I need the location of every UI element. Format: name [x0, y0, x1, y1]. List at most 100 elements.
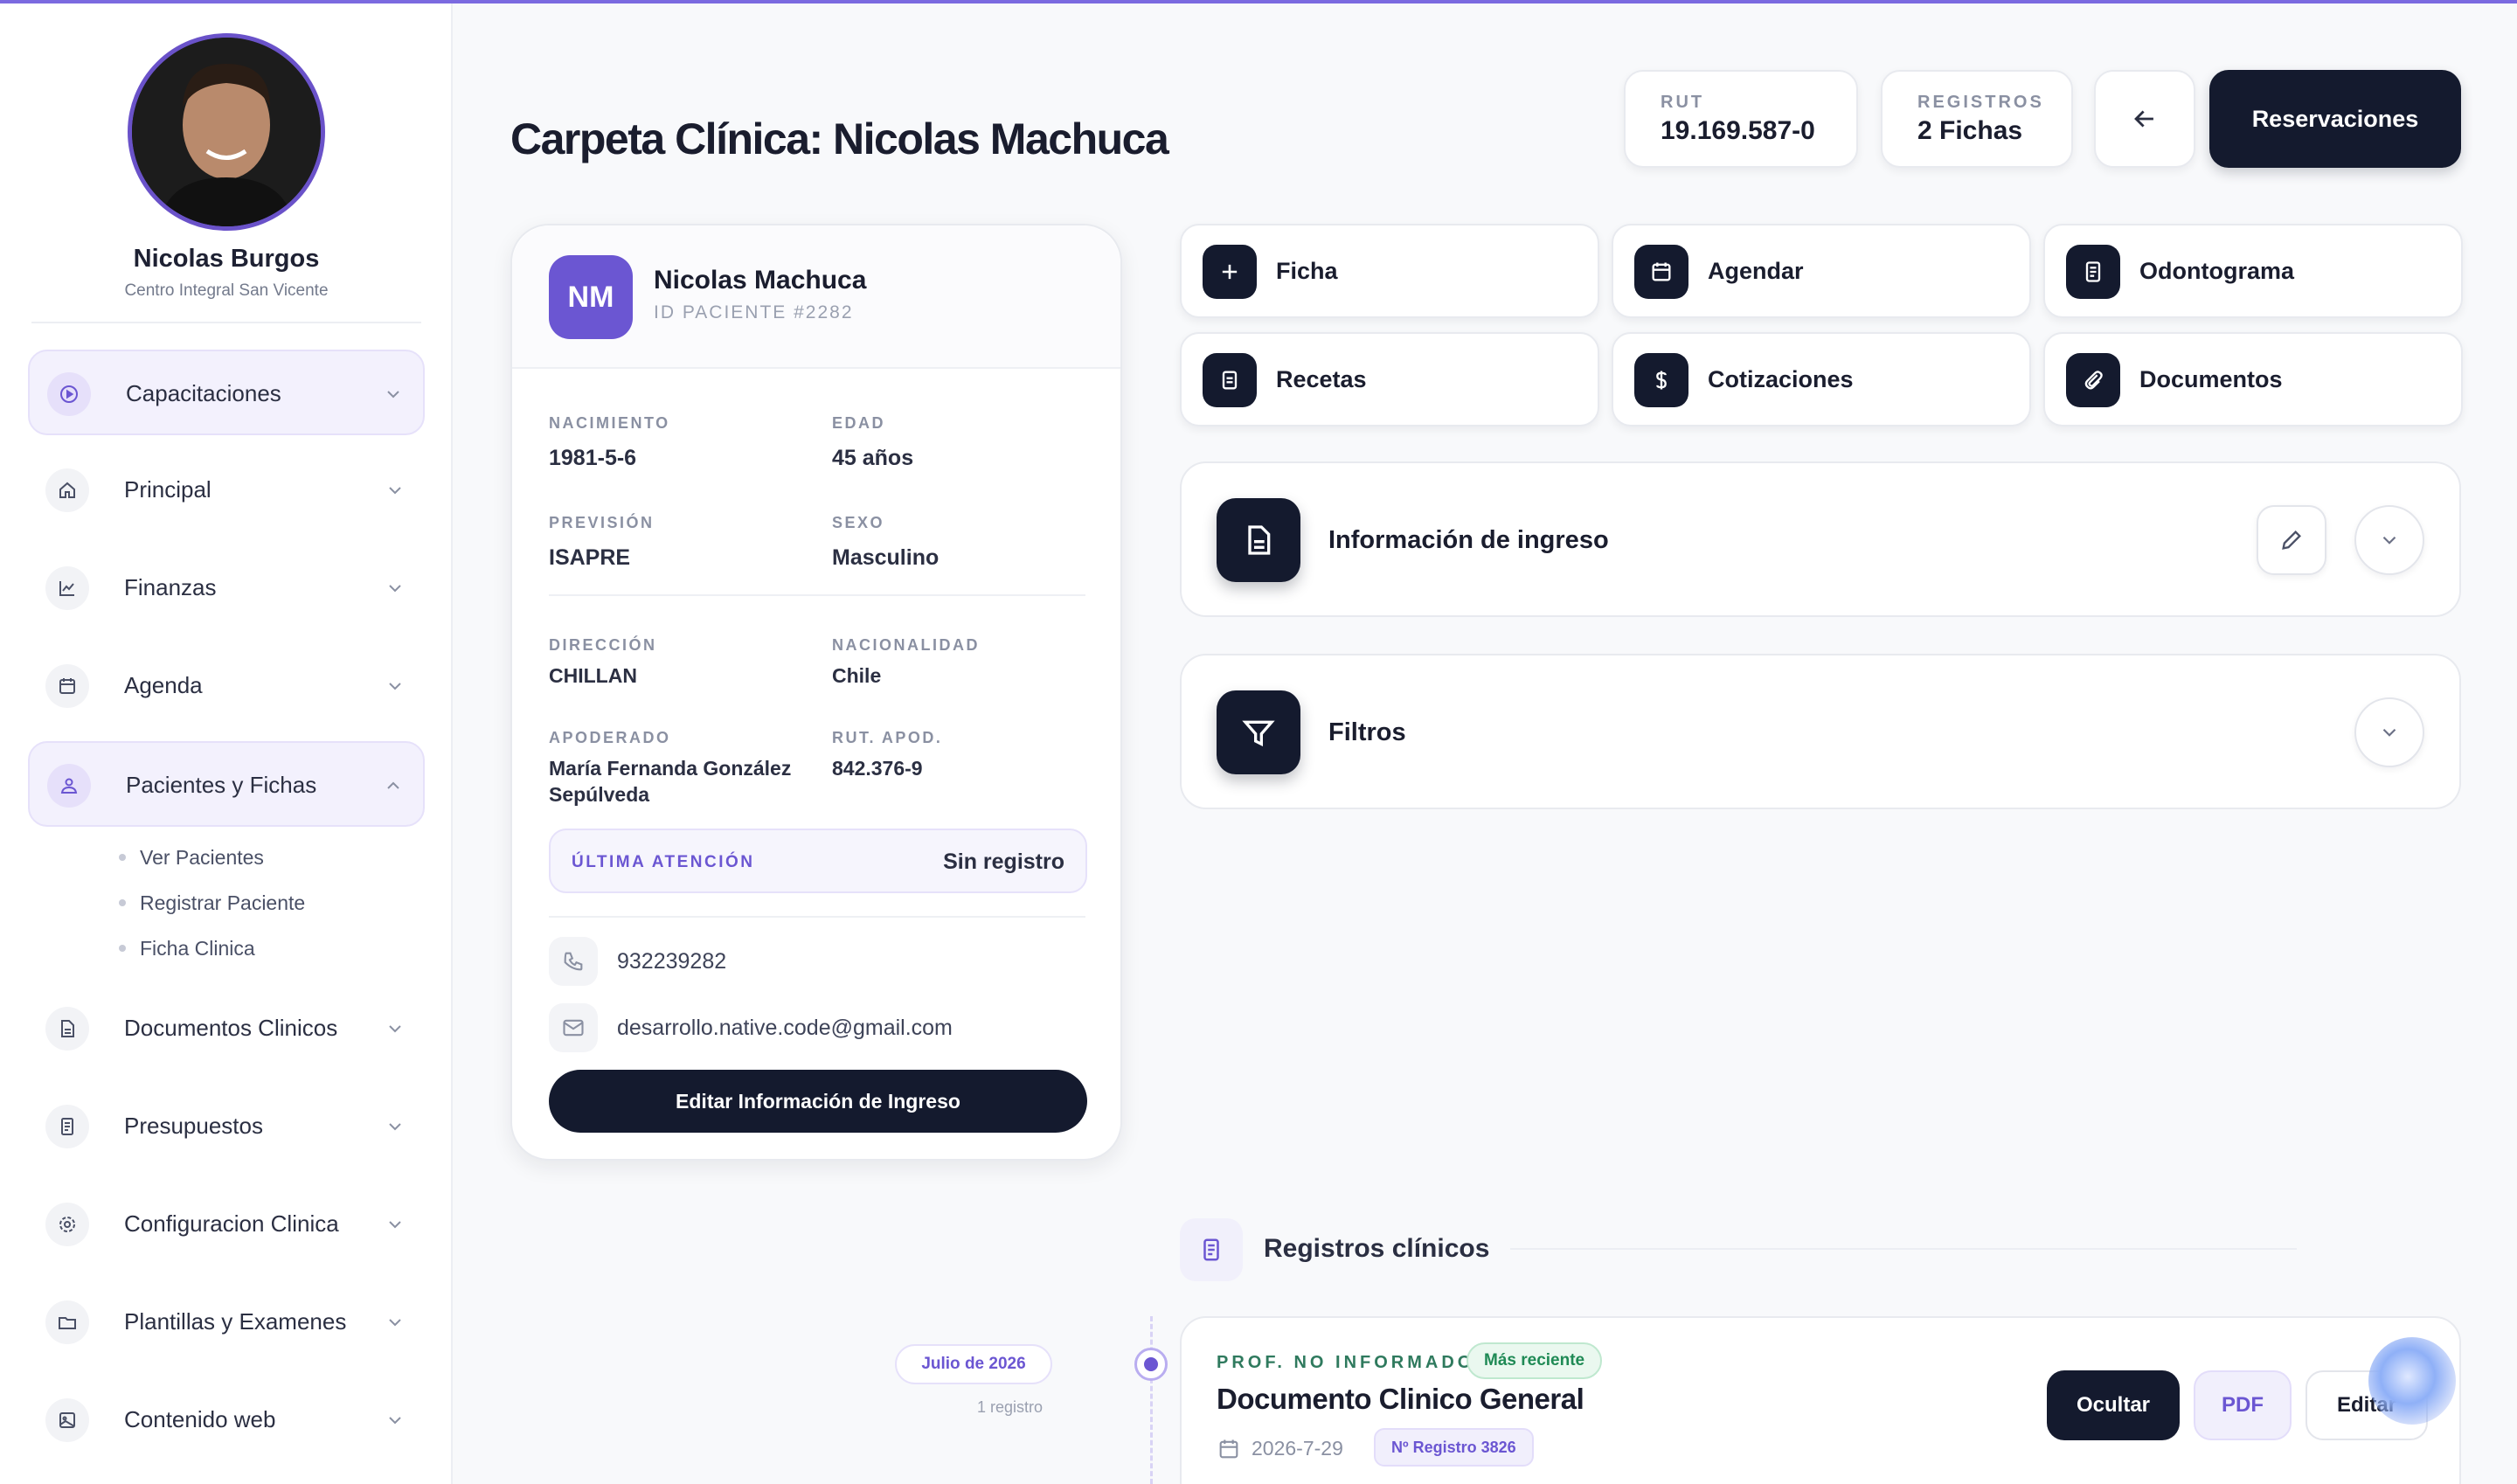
sub-item-ver-pacientes[interactable]: Ver Pacientes — [140, 846, 264, 870]
edad-value: 45 años — [832, 446, 914, 470]
edit-ingreso-icon-button[interactable] — [2257, 505, 2326, 575]
dollar-icon — [1634, 353, 1688, 407]
filtros-panel[interactable]: Filtros — [1180, 654, 2461, 809]
pencil-icon — [2282, 530, 2301, 550]
registros-card: REGISTROS 2 Fichas — [1881, 70, 2073, 168]
prevision-label: PREVISIÓN — [549, 514, 655, 531]
sexo-value: Masculino — [832, 545, 940, 570]
nav-item-documentos-clinicos[interactable]: Documentos Clinicos — [28, 986, 425, 1071]
nav-item-plantillas-y-examenes[interactable]: Plantillas y Examenes — [28, 1279, 425, 1365]
chevron-down-icon — [387, 391, 399, 399]
patient-email[interactable]: desarrollo.native.code@gmail.com — [617, 1016, 953, 1041]
nav-label: Presupuestos — [124, 1113, 263, 1139]
file-icon — [45, 1007, 89, 1051]
back-button[interactable] — [2094, 70, 2195, 168]
patient-card: NM Nicolas Machuca ID PACIENTE #2282 NAC… — [510, 224, 1122, 1161]
chevron-down-icon — [2382, 536, 2396, 544]
records-title-rule — [1510, 1248, 2297, 1250]
nacimiento-value: 1981-5-6 — [549, 446, 637, 470]
chevron-up-icon — [387, 781, 399, 789]
ultima-atencion-value: Sin registro — [943, 849, 1064, 874]
user-organization: Centro Integral San Vicente — [124, 281, 329, 300]
rut-apoderado-label: RUT. APOD. — [832, 729, 943, 746]
chevron-down-icon — [389, 1221, 401, 1229]
sub-item-registrar-paciente[interactable]: Registrar Paciente — [140, 891, 305, 915]
pdf-button[interactable]: PDF — [2194, 1370, 2292, 1440]
chevron-down-icon — [389, 683, 401, 690]
edit-ingreso-button[interactable]: Editar Información de Ingreso — [549, 1070, 1087, 1133]
nav-item-agenda[interactable]: Agenda — [28, 643, 425, 729]
timeline-dot — [1134, 1348, 1168, 1381]
documentos-button[interactable]: Documentos — [2043, 332, 2463, 426]
panel-title: Filtros — [1328, 718, 1406, 746]
mail-icon — [549, 1003, 598, 1052]
sub-item-ficha-clinica[interactable]: Ficha Clinica — [140, 937, 255, 960]
calendar-icon — [45, 664, 89, 708]
receipt-icon — [45, 1105, 89, 1148]
sidebar-divider — [31, 322, 421, 323]
recetas-button[interactable]: Recetas — [1180, 332, 1599, 426]
sub-item-bullet — [119, 945, 126, 952]
nav-label: Capacitaciones — [126, 380, 281, 406]
ficha-button[interactable]: Ficha — [1180, 224, 1599, 318]
sub-item-bullet — [119, 899, 126, 906]
nav-item-capacitaciones[interactable]: Capacitaciones — [28, 350, 425, 435]
agendar-button[interactable]: Agendar — [1612, 224, 2031, 318]
action-label: Agendar — [1708, 258, 1804, 284]
user-name: Nicolas Burgos — [133, 245, 320, 273]
expand-ingreso-button[interactable] — [2354, 505, 2424, 575]
chevron-down-icon — [389, 1123, 401, 1131]
patient-phone[interactable]: 932239282 — [617, 949, 726, 974]
direccion-label: DIRECCIÓN — [549, 636, 657, 654]
panel-title: Información de ingreso — [1328, 526, 1609, 554]
record-recent-badge: Más reciente — [1467, 1342, 1603, 1379]
chart-line-icon — [45, 566, 89, 610]
nacionalidad-value: Chile — [832, 664, 882, 687]
apoderado-value-line2: Sepúlveda — [549, 783, 650, 806]
user-avatar[interactable] — [128, 33, 325, 231]
nav-item-contenido-web[interactable]: Contenido web — [28, 1377, 425, 1463]
paperclip-icon — [2066, 353, 2120, 407]
nav-item-pacientes-y-fichas[interactable]: Pacientes y Fichas — [28, 741, 425, 827]
folder-icon — [45, 1300, 89, 1344]
action-label: Documentos — [2139, 366, 2283, 392]
odontograma-button[interactable]: Odontograma — [2043, 224, 2463, 318]
nacionalidad-label: NACIONALIDAD — [832, 636, 980, 654]
nav-label: Agenda — [124, 672, 203, 698]
record-group-count: 1 registro — [977, 1398, 1044, 1416]
nacimiento-label: NACIMIENTO — [549, 414, 670, 432]
nav-item-configuracion-clinica[interactable]: Configuracion Clinica — [28, 1182, 425, 1267]
hide-record-button[interactable]: Ocultar — [2047, 1370, 2180, 1440]
record-professional: PROF. NO INFORMADO — [1217, 1353, 1475, 1372]
sexo-label: SEXO — [832, 514, 885, 531]
patient-initials-avatar: NM — [549, 255, 633, 339]
chevron-down-icon — [2382, 728, 2396, 737]
expand-filtros-button[interactable] — [2354, 697, 2424, 767]
cotizaciones-button[interactable]: Cotizaciones — [1612, 332, 2031, 426]
nav-label: Configuracion Clinica — [124, 1210, 339, 1237]
record-card: PROF. NO INFORMADO Más reciente Document… — [1180, 1316, 2461, 1484]
patient-divider — [549, 594, 1085, 596]
nav-item-presupuestos[interactable]: Presupuestos — [28, 1084, 425, 1169]
arrow-left-icon — [2134, 110, 2153, 128]
nav-item-principal[interactable]: Principal — [28, 447, 425, 533]
chevron-down-icon — [389, 487, 401, 495]
record-title: Documento Clinico General — [1217, 1383, 1584, 1415]
chevron-down-icon — [389, 1319, 401, 1327]
nav-label: Finanzas — [124, 574, 217, 600]
apoderado-label: APODERADO — [549, 729, 671, 746]
ultima-atencion-box: ÚLTIMA ATENCIÓN Sin registro — [549, 829, 1087, 893]
home-icon — [45, 468, 89, 512]
nav-item-finanzas[interactable]: Finanzas — [28, 545, 425, 631]
prevision-value: ISAPRE — [549, 545, 631, 570]
reservaciones-button[interactable]: Reservaciones — [2209, 70, 2461, 168]
chevron-down-icon — [389, 585, 401, 593]
assistant-orb-icon[interactable] — [2368, 1337, 2456, 1425]
rut-value: 19.169.587-0 — [1661, 116, 1815, 145]
registros-label: REGISTROS — [1917, 93, 2044, 112]
records-title: Registros clínicos — [1264, 1234, 1490, 1263]
nav-label: Plantillas y Examenes — [124, 1308, 347, 1335]
informacion-ingreso-panel[interactable]: Información de ingreso — [1180, 461, 2461, 617]
rut-apoderado-value: 842.376-9 — [832, 757, 923, 780]
filter-icon — [1217, 690, 1300, 774]
